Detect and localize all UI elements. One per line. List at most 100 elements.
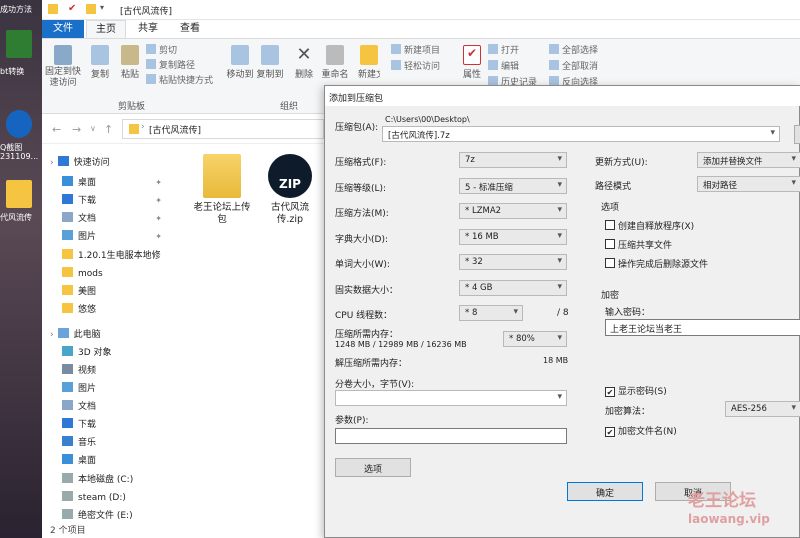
folder-icon[interactable] [86, 4, 96, 14]
pin-icon: ✦ [155, 178, 162, 187]
copy-button[interactable]: 复制 [86, 45, 114, 80]
tab-share[interactable]: 共享 [128, 20, 168, 38]
paste-shortcut-button[interactable]: 粘贴快捷方式 [146, 73, 213, 86]
folder-icon[interactable] [6, 180, 32, 208]
delete-after-checkbox[interactable]: 操作完成后删除源文件 [605, 257, 708, 270]
paste-button[interactable]: 粘贴 [116, 45, 144, 80]
encrypt-names-checkbox[interactable]: ✔ 加密文件名(N) [605, 424, 677, 437]
sidebar-item[interactable]: 图片 ✦ [42, 228, 170, 246]
chevron-down-icon[interactable]: ▾ [100, 3, 104, 12]
threads-select[interactable]: * 8 [459, 305, 523, 321]
copy-path-icon [146, 59, 156, 69]
solid-select[interactable]: * 4 GB [459, 280, 567, 296]
params-label: 参数(P): [335, 416, 369, 426]
sidebar-item[interactable]: 视频 [42, 362, 170, 380]
sfx-checkbox[interactable]: 创建自释放程序(X) [605, 219, 694, 232]
encrypt-names-label: 加密文件名(N) [618, 427, 677, 437]
open-button[interactable]: 打开 [488, 43, 519, 56]
select-none-label: 全部取消 [562, 62, 599, 72]
word-select[interactable]: * 32 [459, 254, 567, 270]
sidebar-item[interactable]: 图片 [42, 380, 170, 398]
move-to-button[interactable]: 移动到 [226, 45, 254, 80]
ok-button[interactable]: 确定 [567, 482, 643, 501]
sidebar-item[interactable]: 本地磁盘 (C:) [42, 471, 170, 489]
options-button[interactable]: 选项 [335, 458, 411, 477]
app-icon[interactable] [6, 30, 32, 58]
forward-icon[interactable]: → [72, 123, 81, 136]
sidebar-item[interactable]: 桌面 [42, 452, 170, 470]
sidebar-item[interactable]: › 快速访问 [42, 154, 170, 172]
back-icon[interactable]: ← [52, 123, 61, 136]
path-select[interactable]: 相对路径 [697, 176, 800, 192]
checkbox-box: ✔ [605, 427, 615, 437]
sidebar-item[interactable]: 文档 ✦ [42, 210, 170, 228]
delete-button[interactable]: ✕ 删除 [292, 45, 316, 81]
copy-path-button[interactable]: 复制路径 [146, 58, 195, 71]
chevron-right-icon[interactable]: › [50, 330, 54, 340]
sidebar-item[interactable]: 1.20.1生电服本地修 [42, 247, 170, 265]
address-input[interactable]: › [古代风流传] [122, 119, 324, 139]
tab-file[interactable]: 文件 [42, 20, 84, 38]
new-folder-button[interactable]: 新建文件夹 [358, 45, 380, 80]
select-all-button[interactable]: 全部选择 [549, 43, 598, 56]
file-item-folder[interactable]: 老王论坛上传包 [190, 154, 254, 226]
properties-label: 属性 [462, 70, 481, 80]
sidebar-item[interactable]: 桌面 ✦ [42, 174, 170, 192]
format-select[interactable]: 7z [459, 152, 567, 168]
tab-home[interactable]: 主页 [86, 20, 126, 38]
new-item-button[interactable]: 新建项目 [391, 43, 440, 56]
pin-button[interactable]: 固定到快速访问 [44, 45, 82, 89]
split-select[interactable] [335, 390, 567, 406]
params-input[interactable] [335, 428, 567, 444]
easy-access-button[interactable]: 轻松访问 [391, 59, 440, 72]
update-label: 更新方式(U): [595, 158, 648, 168]
select-none-button[interactable]: 全部取消 [549, 59, 598, 72]
group-clipboard: 剪贴板 [118, 102, 146, 112]
sidebar-item[interactable]: 音乐 [42, 434, 170, 452]
method-select[interactable]: * LZMA2 [459, 203, 567, 219]
rename-button[interactable]: 重命名 [320, 45, 350, 80]
edit-button[interactable]: 编辑 [488, 59, 519, 72]
new-folder-icon [360, 45, 378, 65]
threads-max: / 8 [557, 308, 569, 318]
sidebar-item[interactable]: 文档 [42, 398, 170, 416]
sidebar-item[interactable]: steam (D:) [42, 489, 170, 507]
sidebar-item[interactable]: › 此电脑 [42, 326, 170, 344]
update-select[interactable]: 添加并替换文件 [697, 152, 800, 168]
sidebar-item[interactable]: 悠悠 [42, 301, 170, 319]
desktop-label: bt转换 [0, 67, 25, 76]
sidebar-item[interactable]: 美图 [42, 283, 170, 301]
drive-icon [62, 509, 73, 519]
memory-percent-select[interactable]: * 80% [503, 331, 567, 347]
sidebar-item[interactable]: 下载 [42, 416, 170, 434]
properties-button[interactable]: ✔ 属性 [460, 45, 484, 80]
shared-checkbox[interactable]: 压缩共享文件 [605, 238, 672, 251]
desktop-label: 成功方法 [0, 5, 32, 14]
sidebar-item[interactable]: 3D 对象 [42, 344, 170, 362]
copy-to-button[interactable]: 复制到 [256, 45, 284, 80]
desktop-icon [62, 454, 73, 464]
pin-icon: ✦ [155, 214, 162, 223]
sidebar-item-label: 视频 [78, 366, 97, 376]
qq-icon[interactable] [6, 110, 32, 138]
chevron-down-icon[interactable]: ∨ [90, 124, 96, 133]
chevron-right-icon[interactable]: › [50, 158, 54, 168]
file-item-zip[interactable]: ZIP 古代风流传.zip [258, 154, 322, 226]
up-icon[interactable]: ↑ [104, 123, 113, 136]
sidebar-item[interactable]: mods [42, 265, 170, 283]
show-password-checkbox[interactable]: ✔ 显示密码(S) [605, 384, 667, 397]
level-label: 压缩等级(L): [335, 184, 387, 194]
check-icon[interactable]: ✔ [68, 3, 76, 14]
level-select[interactable]: 5 - 标准压缩 [459, 178, 567, 194]
solid-label: 固实数据大小： [335, 286, 399, 296]
desktop-label: 代风流传 [0, 213, 32, 222]
browse-button[interactable] [794, 125, 800, 144]
archive-name-field[interactable]: [古代风流传].7z [382, 126, 780, 142]
password-input[interactable]: 上老王论坛当老王 [605, 319, 800, 336]
cut-button[interactable]: 剪切 [146, 43, 177, 56]
dict-select[interactable]: * 16 MB [459, 229, 567, 245]
archive-path: C:\Users\00\Desktop\ [385, 115, 470, 124]
tab-view[interactable]: 查看 [170, 20, 210, 38]
algorithm-select[interactable]: AES-256 [725, 401, 800, 417]
sidebar-item[interactable]: 下载 ✦ [42, 192, 170, 210]
